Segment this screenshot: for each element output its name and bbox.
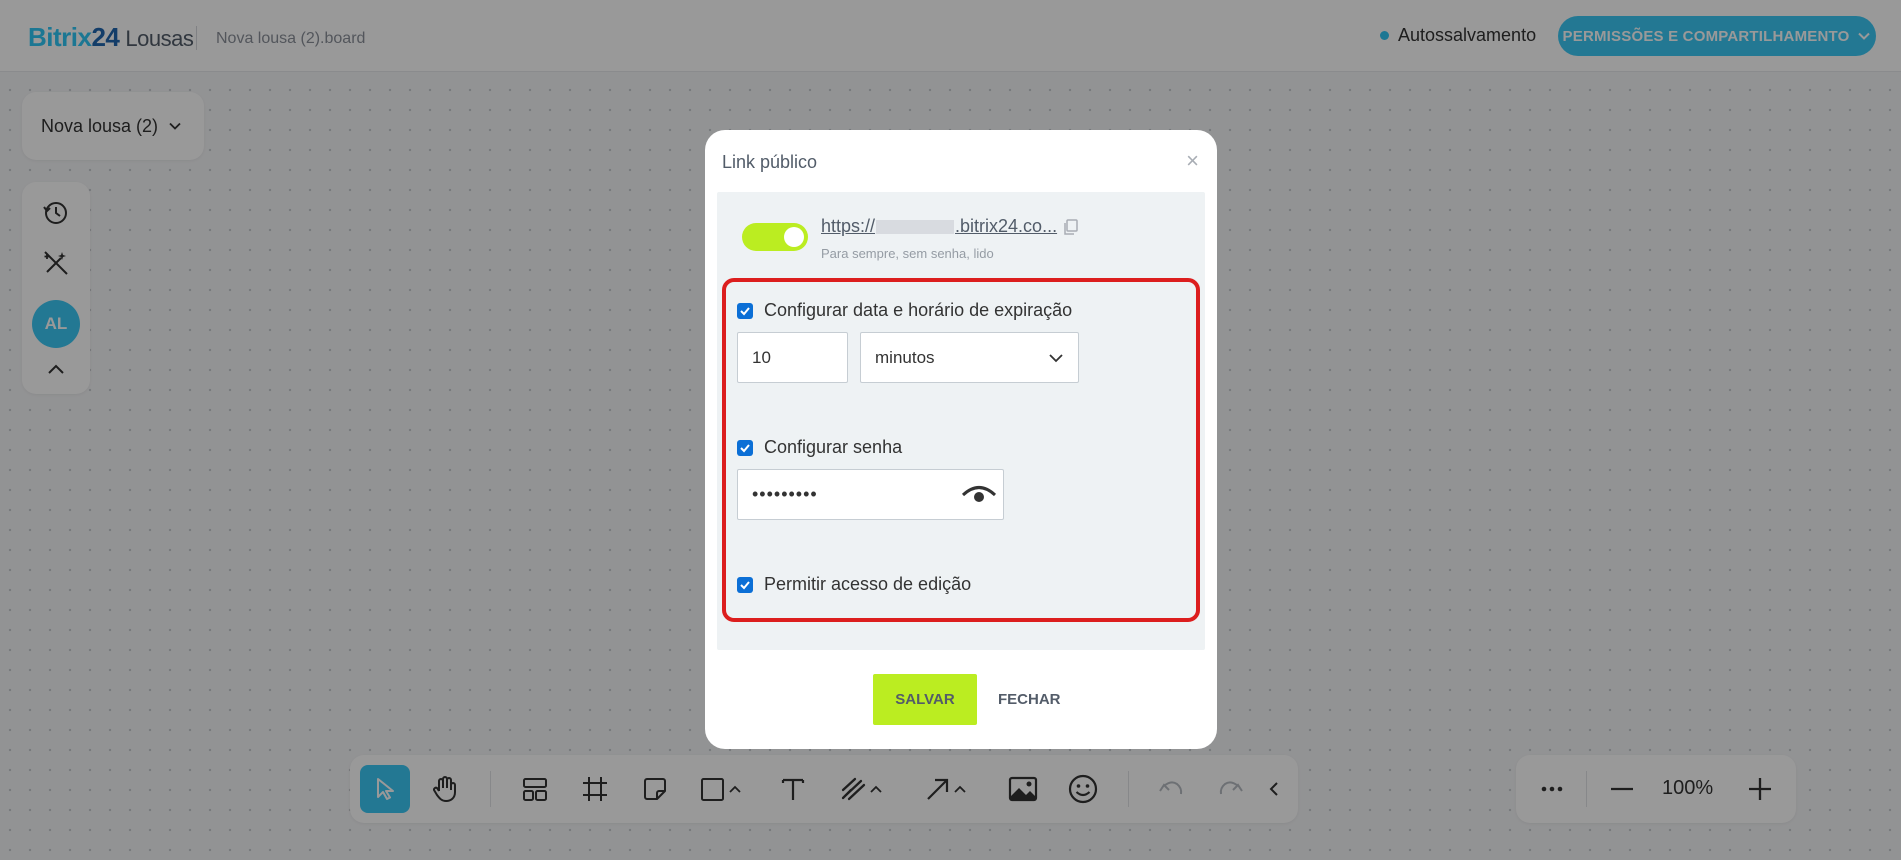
close-icon[interactable]: × (1186, 148, 1199, 174)
expiration-unit-value: minutos (875, 348, 935, 367)
close-button[interactable]: FECHAR (992, 674, 1067, 725)
edit-access-label: Permitir acesso de edição (764, 574, 972, 594)
expiration-unit-select[interactable]: minutos (860, 332, 1079, 383)
public-link-url[interactable]: https:// .bitrix24.co... (821, 216, 1057, 237)
expiration-option: Configurar data e horário de expiração (737, 300, 1072, 321)
dialog-body: https:// .bitrix24.co... Para sempre, sem… (717, 192, 1205, 650)
link-prefix: https:// (821, 216, 876, 236)
eye-icon[interactable] (959, 483, 999, 507)
link-settings-summary: Para sempre, sem senha, lido (821, 246, 994, 261)
edit-access-option: Permitir acesso de edição (737, 574, 971, 595)
checkmark-icon (740, 306, 750, 315)
password-label: Configurar senha (764, 437, 903, 457)
expiration-label: Configurar data e horário de expiração (764, 300, 1073, 320)
redacted-domain (876, 220, 955, 235)
expiration-amount-input[interactable]: 10 (737, 332, 848, 383)
public-link-toggle[interactable] (742, 223, 808, 251)
public-link-dialog: Link público × https:// .bitrix24.co... P… (705, 130, 1217, 749)
save-button[interactable]: SALVAR (873, 674, 977, 725)
copy-link-button[interactable] (1062, 218, 1080, 241)
copy-icon (1064, 219, 1078, 235)
link-suffix: .bitrix24.co... (955, 216, 1058, 236)
checkmark-icon (740, 580, 750, 589)
password-checkbox[interactable] (737, 439, 753, 456)
password-input[interactable]: ••••••••• (737, 469, 1004, 520)
expiration-checkbox[interactable] (737, 302, 753, 319)
password-value: ••••••••• (752, 484, 818, 504)
checkmark-icon (740, 443, 750, 452)
toggle-knob (784, 227, 804, 247)
dialog-title: Link público (722, 152, 818, 172)
password-option: Configurar senha (737, 437, 902, 458)
edit-access-checkbox[interactable] (737, 576, 753, 593)
chevron-down-icon (1049, 354, 1063, 363)
